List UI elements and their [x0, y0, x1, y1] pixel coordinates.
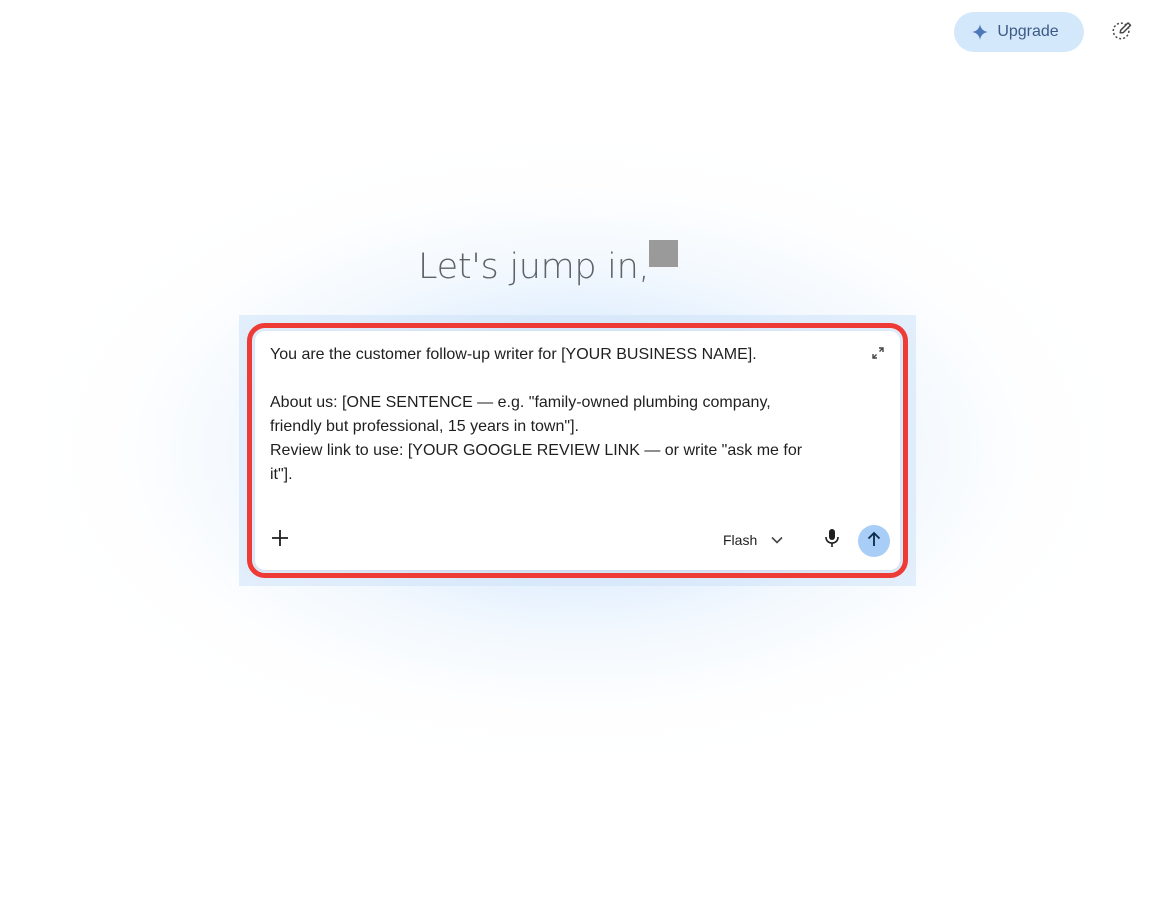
upgrade-label: Upgrade	[997, 23, 1059, 40]
greeting: Let's jump in,	[418, 240, 679, 290]
edit-pen-icon	[1111, 19, 1133, 46]
user-name-redaction	[649, 240, 679, 267]
upgrade-button[interactable]: Upgrade	[954, 12, 1084, 52]
highlight-outline	[247, 323, 908, 578]
greeting-text: Let's jump in,	[418, 247, 650, 287]
sparkle-icon	[971, 23, 989, 41]
app-page: Upgrade Let's jump in, You are the custo…	[0, 0, 1152, 900]
new-chat-button[interactable]	[1108, 18, 1136, 46]
